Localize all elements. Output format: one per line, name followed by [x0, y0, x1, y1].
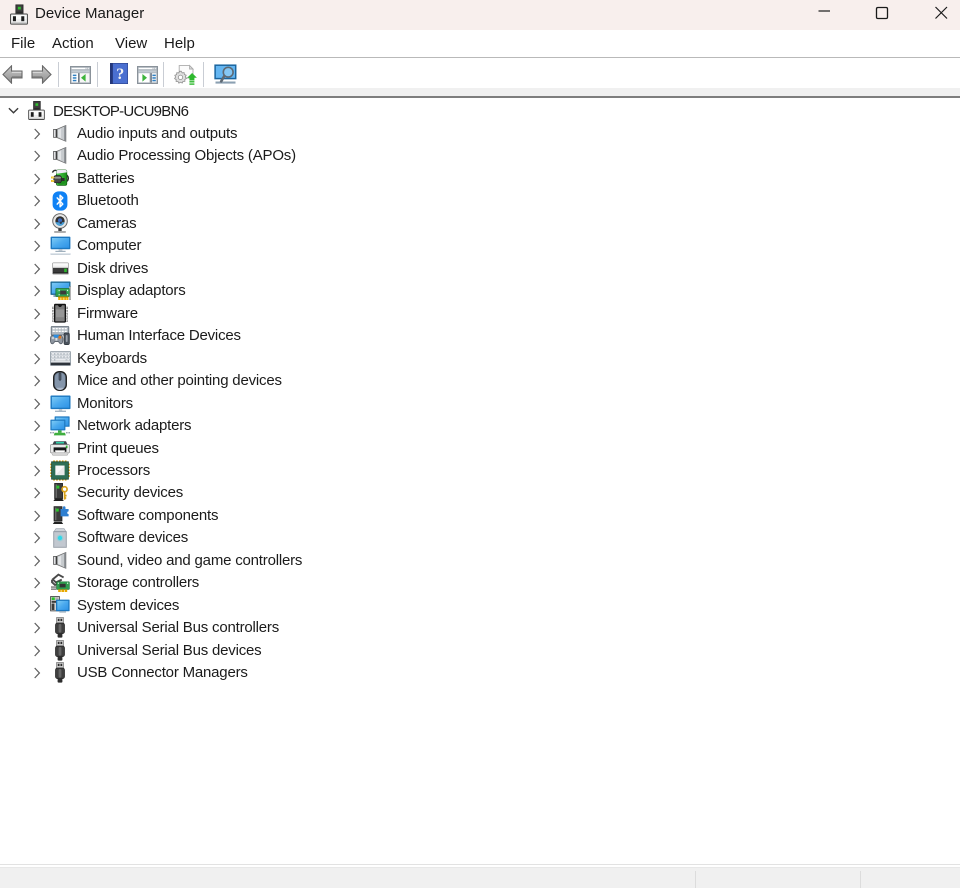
svg-text:?: ?: [116, 66, 124, 83]
